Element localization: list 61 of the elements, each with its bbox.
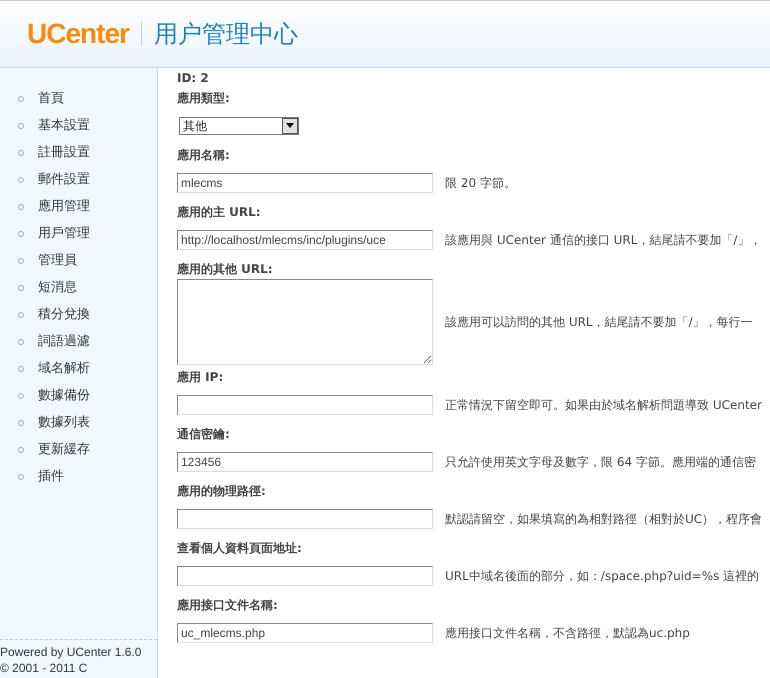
field-label: 應用 IP:	[177, 369, 224, 385]
sidebar-item[interactable]: 首頁	[0, 85, 157, 112]
bullet-icon	[18, 230, 24, 236]
bullet-icon	[18, 366, 24, 372]
bullet-icon	[18, 474, 24, 480]
input-field[interactable]: uc_mlecms.php	[177, 622, 433, 642]
sidebar-item[interactable]: 域名解析	[0, 355, 157, 382]
field-label: 通信密鑰:	[177, 426, 231, 442]
input-field[interactable]	[177, 394, 433, 414]
textarea-field[interactable]	[177, 279, 433, 365]
sidebar-item[interactable]: 插件	[0, 463, 157, 490]
input-field[interactable]	[177, 566, 433, 586]
bullet-icon	[18, 176, 24, 182]
sidebar-item[interactable]: 數據列表	[0, 409, 157, 436]
field-label: 應用類型:	[177, 90, 231, 106]
bullet-icon	[18, 204, 24, 210]
bullet-icon	[18, 446, 24, 452]
bullet-icon	[18, 284, 24, 290]
input-field[interactable]: http://localhost/mlecms/inc/plugins/uce	[177, 230, 433, 250]
sidebar-item[interactable]: 數據備份	[0, 382, 157, 409]
field-hint: URL中域名後面的部分，如：/space.php?uid=%s 這裡的	[445, 568, 760, 584]
field-hint: 該應用與 UCenter 通信的接口 URL，結尾請不要加「/」，	[445, 232, 762, 248]
sidebar-item[interactable]: 短消息	[0, 274, 157, 301]
bullet-icon	[18, 312, 24, 318]
field-hint: 該應用可以訪問的其他 URL，結尾請不要加「/」，每行一	[445, 314, 753, 331]
bullet-icon	[18, 338, 24, 344]
header-title: 用户管理中心	[154, 19, 298, 50]
sidebar-item[interactable]: 基本設置	[0, 112, 157, 139]
logo: UCenter	[27, 17, 129, 51]
field-hint: 應用接口文件名稱，不含路徑，默認為uc.php	[445, 624, 690, 642]
footer-text: © 2001 - 2011 C	[0, 660, 88, 676]
bullet-icon	[18, 392, 24, 398]
id-text: ID: 2	[177, 70, 210, 87]
field-label: 查看個人資料頁面地址:	[177, 540, 303, 556]
input-field[interactable]: mlecms	[177, 172, 433, 192]
field-hint: 默認請留空，如果填寫的為相對路徑（相對於UC），程序會	[445, 510, 762, 528]
sidebar-item[interactable]: 郵件設置	[0, 166, 157, 193]
sidebar-item[interactable]: 註冊設置	[0, 139, 157, 166]
field-hint: 只允許使用英文字母及數字，限 64 字節。應用端的通信密	[445, 454, 756, 470]
bullet-icon	[18, 122, 24, 128]
bullet-icon	[18, 258, 24, 264]
sidebar-item[interactable]: 用戶管理	[0, 220, 157, 247]
field-hint: 正常情況下留空即可。如果由於域名解析問題導致 UCenter	[445, 396, 762, 414]
type-select[interactable]: 其他	[179, 116, 299, 134]
sidebar-item[interactable]: 積分兌換	[0, 301, 157, 328]
footer-text: Powered by UCenter 1.6.0	[0, 644, 142, 660]
sidebar-item[interactable]: 更新緩存	[0, 436, 157, 463]
input-field[interactable]: 123456	[177, 452, 433, 472]
field-label: 應用的其他 URL:	[177, 261, 274, 277]
sidebar-item[interactable]: 詞語過濾	[0, 328, 157, 355]
input-field[interactable]	[177, 508, 433, 528]
field-label: 應用接口文件名稱:	[177, 597, 279, 613]
field-label: 應用的物理路徑:	[177, 483, 267, 499]
field-hint: 限 20 字節。	[445, 174, 516, 192]
sidebar-item[interactable]: 管理員	[0, 247, 157, 274]
field-label: 應用的主 URL:	[177, 204, 262, 220]
bullet-icon	[18, 420, 24, 426]
bullet-icon	[18, 150, 24, 156]
bullet-icon	[18, 96, 24, 102]
sidebar-item[interactable]: 應用管理	[0, 193, 157, 220]
field-label: 應用名稱:	[177, 147, 231, 163]
